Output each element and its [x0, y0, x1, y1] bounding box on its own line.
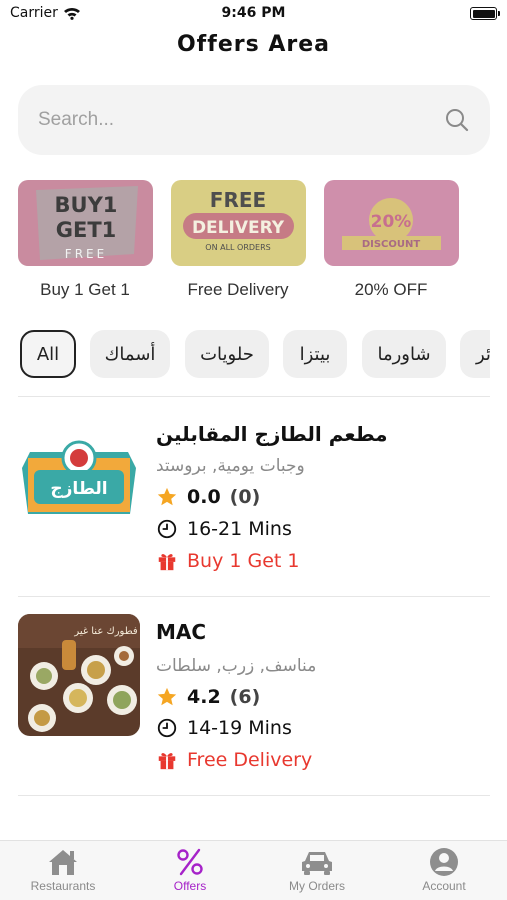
- clock-icon: [157, 519, 177, 539]
- tab-bar: Restaurants Offers My Orders Account: [0, 840, 507, 900]
- chip-all[interactable]: All: [20, 330, 76, 378]
- percent-icon: [177, 848, 203, 876]
- restaurant-cuisine: مناسف, زرب, سلطات: [156, 656, 317, 676]
- svg-text:فطورك عنا غير: فطورك عنا غير: [73, 626, 138, 637]
- search-bar[interactable]: [18, 85, 490, 155]
- rating-value: 4.2: [187, 686, 221, 708]
- chip-fish[interactable]: أسماك: [90, 330, 170, 378]
- svg-text:DISCOUNT: DISCOUNT: [362, 239, 421, 250]
- car-icon: [302, 852, 332, 875]
- clock-icon: [157, 718, 177, 738]
- gift-icon: [158, 554, 176, 571]
- svg-text:DELIVERY: DELIVERY: [192, 218, 285, 238]
- divider: [18, 795, 490, 796]
- svg-text:ON ALL ORDERS: ON ALL ORDERS: [205, 243, 270, 252]
- offer-text: Buy 1 Get 1: [187, 550, 300, 572]
- home-icon: [49, 850, 77, 875]
- restaurant-logo[interactable]: فطورك عنا غير: [18, 614, 140, 736]
- search-icon[interactable]: [444, 107, 470, 133]
- tab-label: Offers: [173, 879, 207, 893]
- tab-label: My Orders: [288, 879, 345, 893]
- divider: [18, 596, 490, 597]
- mac-food-photo: فطورك عنا غير: [18, 614, 140, 736]
- chip-pizza[interactable]: بيتزا: [283, 330, 347, 378]
- star-icon: [157, 687, 177, 706]
- tab-label: Account: [422, 879, 466, 893]
- status-bar: Carrier 9:46 PM: [0, 0, 507, 28]
- search-input[interactable]: [38, 109, 444, 131]
- account-icon: [430, 848, 458, 876]
- offer-card-buy1get1[interactable]: BUY1 GET1 FREE: [18, 180, 153, 266]
- rating-count: (0): [229, 486, 261, 508]
- category-chips: All أسماك حلويات بيتزا شاورما ئر: [20, 330, 490, 378]
- tab-account[interactable]: Account: [381, 841, 507, 900]
- offer-label-free-delivery: Free Delivery: [187, 280, 289, 299]
- divider: [18, 396, 490, 397]
- offer-card-free-delivery[interactable]: FREE DELIVERY ON ALL ORDERS: [171, 180, 306, 266]
- offer-label-20-off: 20% OFF: [354, 280, 428, 299]
- battery-icon: [470, 7, 500, 20]
- tab-my-orders[interactable]: My Orders: [254, 841, 380, 900]
- delivery-time: 14-19 Mins: [156, 717, 292, 739]
- offer-label-buy1get1: Buy 1 Get 1: [40, 280, 130, 299]
- clock: 9:46 PM: [221, 5, 286, 21]
- restaurant-rating: 0.0 (0): [156, 486, 260, 508]
- offer-card-20-off[interactable]: 20% DISCOUNT: [324, 180, 459, 266]
- page-title: Offers Area: [176, 32, 330, 57]
- restaurant-cuisine: وجبات يومية, بروستد: [156, 456, 305, 476]
- svg-text:20%: 20%: [371, 212, 412, 232]
- chip-shawarma[interactable]: شاورما: [362, 330, 446, 378]
- delivery-time-label: 14-19 Mins: [187, 717, 292, 739]
- restaurant-offer: Free Delivery: [156, 749, 312, 771]
- svg-text:FREE: FREE: [65, 247, 107, 261]
- svg-text:FREE: FREE: [210, 188, 266, 212]
- chip-sweets[interactable]: حلويات: [185, 330, 269, 378]
- offer-text: Free Delivery: [187, 749, 313, 771]
- free-delivery-banner: FREE DELIVERY ON ALL ORDERS: [171, 180, 306, 266]
- discount-banner: 20% DISCOUNT: [324, 180, 459, 266]
- svg-text:GET1: GET1: [56, 218, 117, 242]
- restaurant-logo[interactable]: الطازج: [18, 412, 140, 534]
- buy1get1-banner: BUY1 GET1 FREE: [18, 180, 153, 266]
- tab-restaurants[interactable]: Restaurants: [0, 841, 126, 900]
- altazej-logo: الطازج: [18, 412, 140, 534]
- rating-count: (6): [229, 686, 261, 708]
- restaurant-rating: 4.2 (6): [156, 686, 260, 708]
- svg-text:BUY1: BUY1: [55, 193, 118, 217]
- delivery-time-label: 16-21 Mins: [187, 518, 292, 540]
- restaurant-offer: Buy 1 Get 1: [156, 550, 299, 572]
- tab-offers[interactable]: Offers: [127, 841, 253, 900]
- gift-icon: [158, 753, 176, 770]
- rating-value: 0.0: [187, 486, 221, 508]
- svg-text:الطازج: الطازج: [50, 479, 107, 499]
- delivery-time: 16-21 Mins: [156, 518, 292, 540]
- star-icon: [157, 487, 177, 506]
- restaurant-name[interactable]: MAC: [156, 620, 206, 644]
- tab-label: Restaurants: [30, 879, 96, 893]
- chip-more[interactable]: ئر: [460, 330, 490, 378]
- restaurant-name[interactable]: مطعم الطازج المقابلين: [156, 422, 388, 446]
